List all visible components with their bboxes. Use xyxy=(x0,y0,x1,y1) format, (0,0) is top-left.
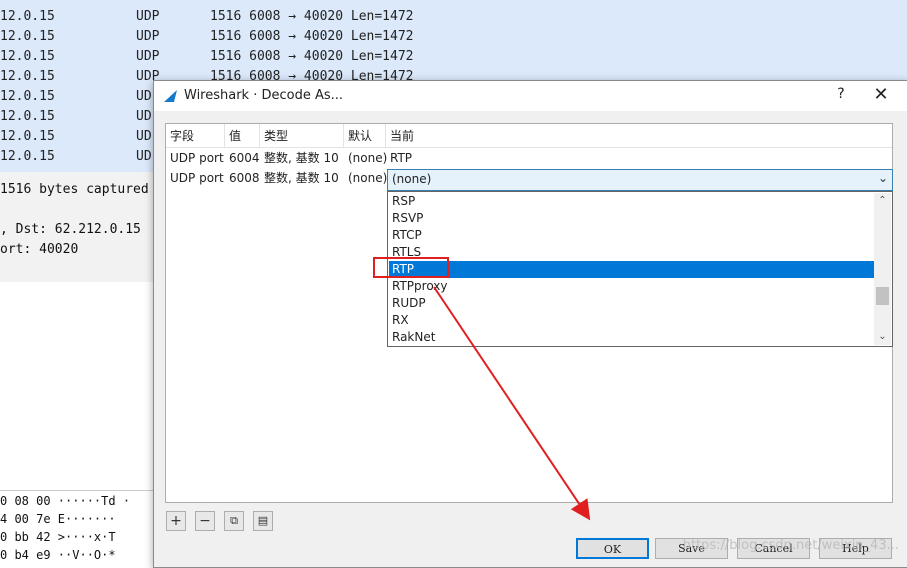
packet-address: 12.0.15 xyxy=(0,29,55,44)
cell-field: UDP port xyxy=(170,171,224,185)
dropdown-option[interactable]: RakNet xyxy=(389,329,874,346)
cell-current: RTP xyxy=(390,151,413,165)
dropdown-option[interactable]: RTLS xyxy=(389,244,874,261)
cell-type: 整数, 基数 10 xyxy=(264,151,339,165)
packet-row[interactable]: 12.0.15 UDP 1516 6008 → 40020 Len=1472 xyxy=(0,27,907,47)
hex-line: 0 b4 e9 ··V··O·* xyxy=(0,548,116,562)
dropdown-option[interactable]: RSP xyxy=(389,193,874,210)
dropdown-option[interactable]: RTP xyxy=(389,261,874,278)
packet-address: 12.0.15 xyxy=(0,129,55,144)
dialog-titlebar: Wireshark · Decode As... ? ✕ xyxy=(154,81,907,111)
cell-default: (none) xyxy=(348,171,388,185)
packet-protocol: UDP xyxy=(136,29,160,44)
packet-protocol: UDP xyxy=(136,49,160,64)
dropdown-option[interactable]: RSVP xyxy=(389,210,874,227)
column-current[interactable]: 当前 xyxy=(386,124,892,148)
close-icon[interactable]: ✕ xyxy=(868,84,894,108)
cell-value: 6004 xyxy=(229,151,260,165)
column-value[interactable]: 值 xyxy=(225,124,260,148)
packet-address: 12.0.15 xyxy=(0,49,55,64)
watermark: https://blog.csdn.net/weixin_43... xyxy=(682,538,899,553)
packet-bytes: 0 08 00 ······Td · 4 00 7e E······· 0 bb… xyxy=(0,490,155,567)
column-field[interactable]: 字段 xyxy=(166,124,225,148)
annotation-highlight-box xyxy=(373,257,449,278)
remove-button[interactable]: − xyxy=(195,511,215,531)
dropdown-option[interactable]: RUDP xyxy=(389,295,874,312)
dropdown-option[interactable]: RTPproxy xyxy=(389,278,874,295)
decode-as-dialog: Wireshark · Decode As... ? ✕ 字段 值 类型 默认 … xyxy=(153,80,907,568)
packet-address: 12.0.15 xyxy=(0,9,55,24)
scrollbar-thumb[interactable] xyxy=(876,287,889,305)
column-type[interactable]: 类型 xyxy=(260,124,344,148)
packet-protocol: UDP xyxy=(136,9,160,24)
packet-row[interactable]: 12.0.15 UDP 1516 6008 → 40020 Len=1472 xyxy=(0,47,907,67)
packet-address: 12.0.15 xyxy=(0,149,55,164)
packet-protocol: UD xyxy=(136,129,152,144)
packet-row[interactable]: 12.0.15 UDP 1516 6008 → 40020 Len=1472 xyxy=(0,7,907,27)
protocol-dropdown-list[interactable]: RSP RSVP RTCP RTLS RTP RTPproxy RUDP RX RakNet ⌃… xyxy=(387,191,893,347)
packet-info: 1516 6008 → 40020 Len=1472 xyxy=(210,9,414,24)
dropdown-scrollbar[interactable]: ⌃ ⌄ xyxy=(874,193,891,345)
dropdown-option[interactable]: RTCP xyxy=(389,227,874,244)
packet-info: 1516 6008 → 40020 Len=1472 xyxy=(210,49,414,64)
hex-line: 4 00 7e E······· xyxy=(0,512,116,526)
detail-line: ort: 40020 xyxy=(0,242,79,257)
scroll-down-icon[interactable]: ⌄ xyxy=(874,329,891,345)
dialog-title: Wireshark · Decode As... xyxy=(184,88,344,103)
packet-protocol: UD xyxy=(136,89,152,104)
current-protocol-combobox[interactable]: (none) ⌄ xyxy=(387,169,893,191)
add-button[interactable]: + xyxy=(166,511,186,531)
hex-line: 0 bb 42 >····x·T xyxy=(0,530,116,544)
cell-value: 6008 xyxy=(229,171,260,185)
cell-type: 整数, 基数 10 xyxy=(264,171,339,185)
cell-default: (none) xyxy=(348,151,388,165)
ok-button[interactable]: OK xyxy=(576,538,649,559)
detail-line: , Dst: 62.212.0.15 xyxy=(0,222,141,237)
packet-protocol: UD xyxy=(136,109,152,124)
clear-button[interactable]: ▤ xyxy=(253,511,273,531)
combobox-value: (none) xyxy=(392,172,432,186)
help-title-button[interactable]: ? xyxy=(830,86,852,106)
hex-line: 0 08 00 ······Td · xyxy=(0,494,131,508)
packet-address: 12.0.15 xyxy=(0,109,55,124)
detail-line: 1516 bytes captured xyxy=(0,182,149,197)
dropdown-option[interactable]: RX xyxy=(389,312,874,329)
decode-as-table: 字段 值 类型 默认 当前 UDP port 6004 整数, 基数 10 (n… xyxy=(165,123,893,503)
chevron-down-icon[interactable]: ⌄ xyxy=(878,171,888,185)
packet-info: 1516 6008 → 40020 Len=1472 xyxy=(210,29,414,44)
copy-button[interactable]: ⧉ xyxy=(224,511,244,531)
packet-address: 12.0.15 xyxy=(0,89,55,104)
cell-field: UDP port xyxy=(170,151,224,165)
wireshark-fin-icon xyxy=(164,90,177,102)
packet-protocol: UD xyxy=(136,149,152,164)
column-default[interactable]: 默认 xyxy=(344,124,386,148)
scroll-up-icon[interactable]: ⌃ xyxy=(874,193,891,209)
packet-address: 12.0.15 xyxy=(0,69,55,84)
